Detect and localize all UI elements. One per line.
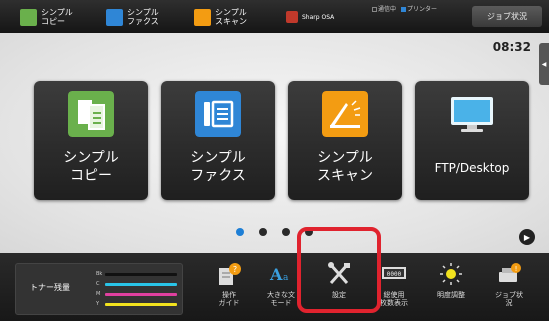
- page-dot[interactable]: [259, 228, 267, 236]
- play-icon: ▶: [523, 232, 531, 242]
- home-screen: 08:32 ◀ シンプル コピー シンプル ファクス シンプル スキャン FTP…: [0, 33, 549, 253]
- svg-text:!: !: [515, 265, 518, 273]
- page-dot[interactable]: [282, 228, 290, 236]
- toner-row-c: C: [96, 281, 177, 287]
- monitor-icon: [451, 97, 493, 132]
- copy-icon: [20, 8, 37, 26]
- toner-row-y: Y: [96, 301, 177, 307]
- top-sharp-osa-label: Sharp OSA: [302, 13, 335, 21]
- toner-row-bk: Bk: [96, 271, 177, 277]
- settings-highlight-frame: [297, 227, 381, 313]
- svg-text:0000: 0000: [387, 271, 402, 278]
- large-text-icon: A a: [269, 265, 289, 284]
- top-simple-copy-label: シンプル コピー: [41, 8, 73, 26]
- status-printer: プリンター: [401, 4, 437, 13]
- top-simple-fax-label: シンプル ファクス: [127, 8, 159, 26]
- operation-guide-button[interactable]: ? 操作 ガイド: [203, 259, 255, 315]
- job-status-button[interactable]: ジョブ状況: [472, 6, 542, 27]
- osa-icon: [286, 11, 298, 23]
- toner-level-panel: トナー残量 Bk C M Y: [15, 263, 183, 315]
- scan-icon: [322, 91, 368, 137]
- app-simple-scan[interactable]: シンプル スキャン: [288, 81, 402, 200]
- app-simple-fax[interactable]: シンプル ファクス: [161, 81, 275, 200]
- top-bar: シンプル コピー シンプル ファクス シンプル スキャン Sharp OSA 通…: [0, 0, 549, 33]
- status-communicating: 通信中: [372, 4, 396, 13]
- copy-icon: [68, 91, 114, 137]
- counter-icon: 0000: [382, 267, 406, 279]
- toner-bar-c: [105, 282, 177, 286]
- job-status-bottom-label: ジョブ状 況: [495, 291, 523, 307]
- brightness-label: 明度調整: [437, 291, 465, 299]
- svg-text:a: a: [283, 273, 289, 283]
- toner-bar-y: [105, 302, 177, 306]
- fax-icon: [195, 91, 241, 137]
- page-dot[interactable]: [236, 228, 244, 236]
- svg-text:?: ?: [233, 265, 237, 274]
- app-ftp-desktop-label: FTP/Desktop: [434, 161, 510, 175]
- job-status-bottom-button[interactable]: ! ジョブ状 況: [483, 259, 535, 315]
- operation-guide-label: 操作 ガイド: [218, 291, 240, 307]
- toner-bar-m: [105, 292, 177, 296]
- toner-label: トナー残量: [30, 283, 70, 292]
- top-simple-copy-button[interactable]: シンプル コピー: [20, 6, 77, 28]
- top-sharp-osa-button[interactable]: Sharp OSA: [286, 6, 362, 28]
- brightness-icon: [440, 263, 462, 285]
- brightness-button[interactable]: 明度調整: [425, 259, 477, 315]
- bottom-bar: トナー残量 Bk C M Y ? 操作 ガイド A a 大きな文 モード 設定 …: [0, 253, 549, 321]
- fax-icon: [106, 8, 123, 26]
- app-simple-scan-label: シンプル スキャン: [317, 150, 373, 184]
- collapse-left-icon[interactable]: ◀: [539, 43, 549, 85]
- top-simple-fax-button[interactable]: シンプル ファクス: [106, 6, 163, 28]
- status-indicators: 通信中 プリンター: [372, 4, 437, 13]
- next-page-button[interactable]: ▶: [519, 229, 535, 245]
- app-simple-copy[interactable]: シンプル コピー: [34, 81, 148, 200]
- toner-bar-bk: [105, 272, 177, 276]
- clock: 08:32: [492, 40, 531, 54]
- job-status-icon: !: [499, 263, 521, 282]
- top-simple-scan-button[interactable]: シンプル スキャン: [194, 6, 251, 28]
- app-simple-copy-label: シンプル コピー: [63, 150, 119, 184]
- toner-row-m: M: [96, 291, 177, 297]
- page-indicator: [0, 228, 549, 236]
- app-simple-fax-label: シンプル ファクス: [190, 150, 246, 184]
- svg-text:A: A: [269, 265, 283, 284]
- guide-icon: ?: [219, 263, 241, 285]
- scan-icon: [194, 8, 211, 26]
- app-ftp-desktop[interactable]: FTP/Desktop: [415, 81, 529, 200]
- top-simple-scan-label: シンプル スキャン: [215, 8, 247, 26]
